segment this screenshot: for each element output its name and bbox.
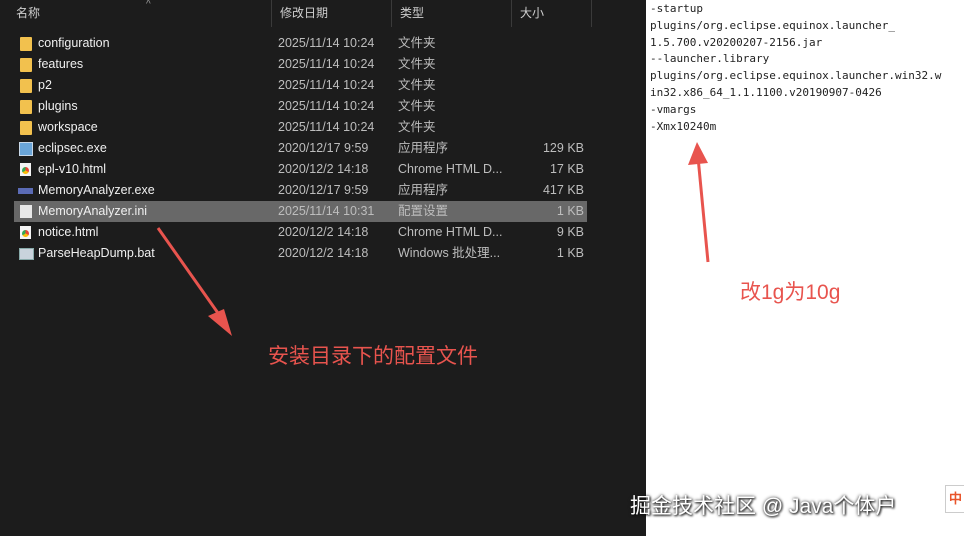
ime-tray-icon[interactable]: 中 [945,485,964,513]
annotation-arrows [156,142,710,336]
watermark: 掘金技术社区 @ Java个体户 [630,495,897,518]
arrow-to-xmx-line [696,156,710,263]
arrow-to-ini-file [156,227,227,324]
annotation-install-dir-config: 安装目录下的配置文件 [268,345,478,368]
arrow-to-xmx-line-head [688,142,708,165]
annotation-change-heap: 改1g为10g [740,281,841,304]
arrow-to-ini-file-head [208,309,232,336]
